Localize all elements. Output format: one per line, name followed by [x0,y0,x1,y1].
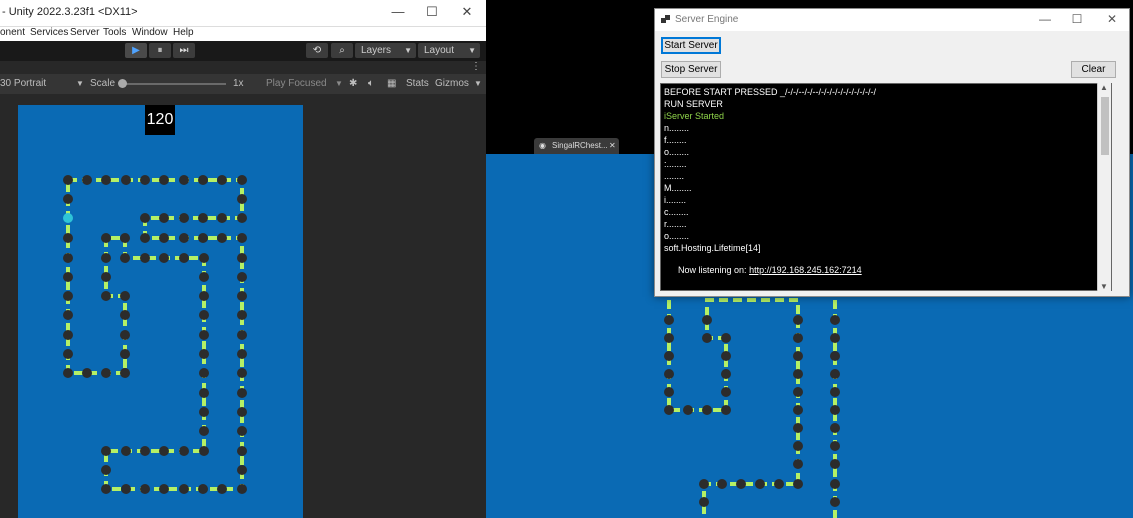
desktop: - Unity 2022.3.23f1 <DX11> — ☐ ✕ onent S… [0,0,1133,518]
listening-url-link[interactable]: http://192.168.245.162:7214 [749,265,862,275]
close-button[interactable]: ✕ [1102,12,1122,26]
close-icon[interactable]: ✕ [609,138,616,154]
scale-label: Scale [90,78,116,89]
server-title-bar: Server Engine — ☐ ✕ [655,9,1129,31]
listening-prefix: Now listening on: [678,265,747,275]
search-icon[interactable]: ⌕ [331,43,353,58]
track-lines-2 [667,298,837,518]
bug-icon[interactable]: ✱ [349,78,357,89]
console-line: o........ [664,231,690,241]
chevron-down-icon[interactable]: ▼ [76,79,84,88]
pause-button[interactable]: ⏸ [149,43,171,58]
console-line: o........ [664,147,690,157]
gizmos-button[interactable]: Gizmos [435,78,469,89]
menu-tools[interactable]: Tools [103,27,126,38]
menu-component[interactable]: onent [0,27,25,38]
console-line: BEFORE START PRESSED _/-/-/--/-/--/-/-/-… [664,87,876,97]
stats-grid-icon[interactable]: ▦ [387,78,396,89]
panel-header: ⋮ [0,61,486,74]
console-line: iServer Started [664,111,725,121]
unity-logo-icon: ◉ [539,141,546,150]
unity-window-title: - Unity 2022.3.23f1 <DX11> [2,6,138,18]
console-output[interactable]: BEFORE START PRESSED _/-/-/--/-/--/-/-/-… [660,83,1112,291]
stop-server-button[interactable]: Stop Server [661,61,721,78]
server-window-title: Server Engine [675,14,739,25]
console-line: i........ [664,195,687,205]
resolution-dropdown[interactable]: 30 Portrait [0,78,46,89]
console-line: r........ [664,219,687,229]
console-line: ........ [664,171,685,181]
speaker-icon[interactable]: 🔈︎ [368,78,374,89]
track-lines [66,178,244,491]
track-nodes-2 [664,315,840,507]
chevron-down-icon[interactable]: ▼ [474,79,482,88]
scale-slider-track[interactable] [122,83,226,85]
clear-button[interactable]: Clear [1071,61,1116,78]
unity-menu-bar: onent Services Server Tools Window Help [0,27,486,41]
console-line: n........ [664,123,690,133]
chevron-down-icon[interactable]: ▼ [335,79,343,88]
stats-button[interactable]: Stats [406,78,429,89]
unity-window: - Unity 2022.3.23f1 <DX11> — ☐ ✕ onent S… [0,0,486,518]
play-focused-dropdown[interactable]: Play Focused [266,78,327,89]
step-button[interactable]: ⏭ [173,43,195,58]
tab-singalrchest[interactable]: ◉ SingalRChest... ✕ [534,138,619,154]
console-line: M........ [664,183,692,193]
layers-dropdown[interactable]: Layers ▼ [355,43,416,58]
scale-value: 1x [233,78,244,89]
game-viewport[interactable]: 120 [18,105,303,518]
layout-dropdown[interactable]: Layout ▼ [418,43,480,58]
scroll-down-icon[interactable]: ▼ [1100,282,1108,291]
game-view-toolbar: 30 Portrait ▼ Scale 1x Play Focused ▼ ✱ … [0,74,486,94]
console-scrollbar[interactable]: ▲ ▼ [1097,83,1111,291]
console-line: soft.Hosting.Lifetime[14] [664,243,761,253]
app-icon [661,15,670,23]
console-line: f........ [664,135,687,145]
more-options-icon[interactable]: ⋮ [471,61,481,72]
history-icon[interactable]: ⟲ [306,43,328,58]
scale-slider-knob[interactable] [118,79,127,88]
play-button[interactable]: ▶ [125,43,147,58]
layout-label: Layout [424,45,455,56]
server-engine-window: Server Engine — ☐ ✕ Start Server Stop Se… [654,8,1130,297]
listening-line: Now listening on: http://192.168.245.162… [664,264,876,276]
maximize-button[interactable]: ☐ [1067,12,1087,26]
chevron-down-icon: ▼ [468,46,476,55]
snake-head [63,213,73,223]
snake-track [63,175,247,494]
start-server-button[interactable]: Start Server [661,37,721,54]
chevron-down-icon: ▼ [404,46,412,55]
console-line: c........ [664,207,689,217]
scrollbar-thumb[interactable] [1101,97,1109,155]
menu-services[interactable]: Services [30,27,68,38]
close-button[interactable]: ✕ [457,4,477,20]
menu-help[interactable]: Help [173,27,194,38]
unity-title-bar: - Unity 2022.3.23f1 <DX11> — ☐ ✕ [0,0,486,27]
menu-window[interactable]: Window [132,27,168,38]
console-line: :........ [664,159,687,169]
scroll-up-icon[interactable]: ▲ [1100,83,1108,92]
minimize-button[interactable]: — [388,4,408,19]
tab-label: SingalRChest... [552,141,608,150]
console-lines: BEFORE START PRESSED _/-/-/--/-/--/-/-/-… [664,86,876,276]
unity-toolbar: ▶ ⏸ ⏭ ⟲ ⌕ Layers ▼ Layout ▼ [0,41,486,61]
maximize-button[interactable]: ☐ [422,4,442,20]
track-path [66,178,244,491]
layers-label: Layers [361,45,392,56]
menu-server[interactable]: Server [70,27,99,38]
console-line: RUN SERVER [664,99,723,109]
track-nodes [63,175,247,494]
minimize-button[interactable]: — [1035,12,1055,26]
